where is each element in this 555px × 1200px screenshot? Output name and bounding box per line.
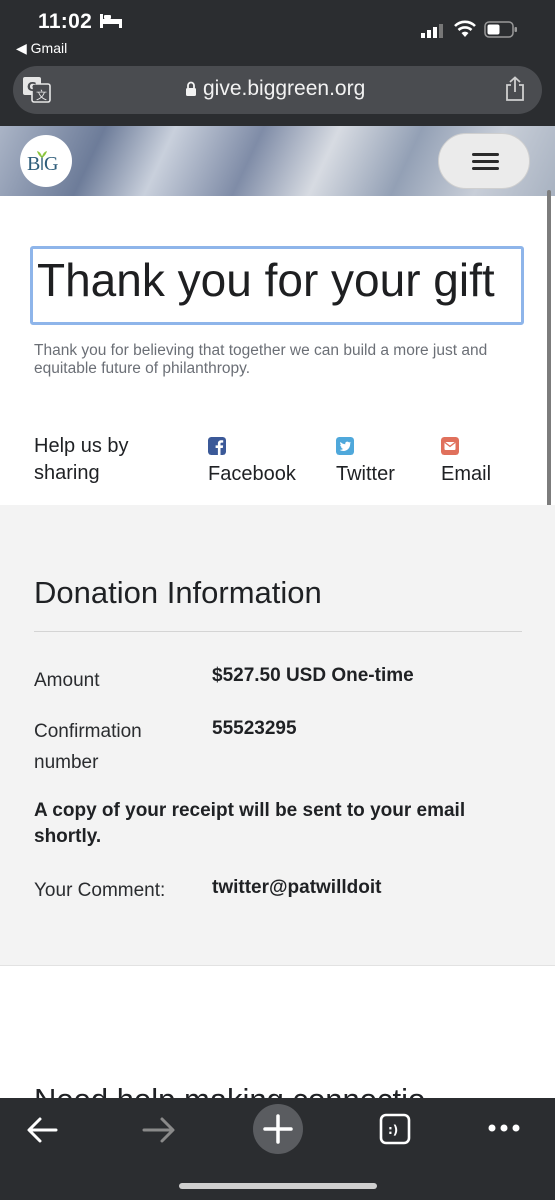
twitter-icon [336,437,354,455]
cellular-signal-icon [421,24,443,38]
svg-text:B: B [27,153,40,175]
share-icon[interactable] [504,76,526,102]
email-share-link[interactable]: Email [441,437,491,486]
wifi-icon [454,20,476,37]
donation-heading: Donation Information [34,575,322,610]
email-label: Email [441,463,492,485]
facebook-icon [208,437,226,455]
browser-chrome: 11:02 ◀ Gmail G 文 give.biggreen.org [0,0,555,126]
title-focus-box: Thank you for your gift [30,246,524,325]
tab-switcher-icon[interactable]: :) [373,1110,419,1150]
status-time: 11:02 [38,10,93,33]
amount-label: Amount [34,670,100,691]
receipt-notice: A copy of your receipt will be sent to y… [34,800,466,847]
translate-icon[interactable]: G 文 [23,77,51,103]
email-icon [441,437,459,455]
facebook-label: Facebook [208,463,296,485]
plus-icon [263,1114,293,1144]
share-label: Help us by sharing [34,435,129,484]
back-to-app-link[interactable]: ◀ Gmail [16,40,67,57]
url-text: give.biggreen.org [203,77,366,100]
sleep-mode-icon [100,14,122,28]
facebook-share-link[interactable]: Facebook [208,437,296,486]
confirmation-label: Confirmation number [34,721,142,773]
confirmation-value: 55523295 [212,718,297,739]
lock-icon [186,81,196,96]
logo-mark: B G [27,151,58,175]
twitter-label: Twitter [336,463,395,485]
comment-value: twitter@patwilldoit [212,877,382,898]
more-options-icon[interactable] [481,1110,527,1150]
battery-icon [484,21,517,38]
forward-arrow-icon[interactable] [136,1110,182,1150]
divider [34,631,522,632]
site-header: B G [0,126,555,196]
amount-value: $527.50 USD One-time [212,665,414,686]
comment-label: Your Comment: [34,880,166,901]
svg-text::): :) [388,1123,398,1137]
svg-text:文: 文 [36,88,47,102]
browser-toolbar: :) [0,1098,555,1200]
donation-information-panel: Donation Information Amount $527.50 USD … [0,505,555,966]
page-title: Thank you for your gift [37,254,495,306]
hamburger-menu-button[interactable] [438,133,530,189]
back-arrow-icon[interactable] [20,1110,66,1150]
home-indicator[interactable] [179,1183,377,1189]
svg-text:G: G [44,153,58,175]
site-logo[interactable]: B G [20,135,72,187]
address-bar[interactable]: G 文 give.biggreen.org [13,66,542,114]
twitter-share-link[interactable]: Twitter [336,437,395,486]
page-subtitle: Thank you for believing that together we… [34,342,488,377]
new-tab-button[interactable] [253,1104,303,1154]
